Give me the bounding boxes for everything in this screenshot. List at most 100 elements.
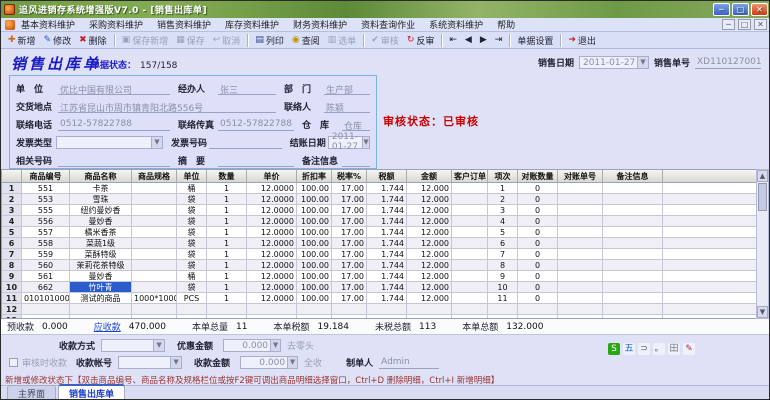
table-cell[interactable]: 1 (207, 260, 247, 271)
table-header-商品编号[interactable]: 商品编号 (22, 170, 70, 183)
table-cell[interactable]: 560 (22, 260, 70, 271)
table-cell[interactable]: 2 (488, 194, 518, 205)
table-cell[interactable]: 0 (518, 293, 558, 304)
table-header-数量[interactable]: 数量 (207, 170, 247, 183)
table-cell[interactable]: 6 (488, 238, 518, 249)
table-header-商品规格[interactable]: 商品规格 (132, 170, 177, 183)
table-cell[interactable]: 12.000 (407, 205, 452, 216)
table-cell[interactable]: 17.00 (332, 216, 367, 227)
maker-field[interactable]: Admin (379, 356, 440, 369)
table-header-备注信息[interactable]: 备注信息 (603, 170, 663, 183)
table-cell[interactable]: 3 (488, 205, 518, 216)
table-cell[interactable] (132, 194, 177, 205)
mdi-close-icon[interactable]: ✕ (754, 19, 767, 30)
scroll-down-icon[interactable]: ▼ (757, 306, 768, 318)
toolbar-nav-prev-button[interactable]: ◀ (461, 35, 476, 46)
table-cell[interactable] (132, 260, 177, 271)
table-cell[interactable]: 0 (518, 227, 558, 238)
table-cell[interactable]: 12.000 (407, 216, 452, 227)
table-cell[interactable]: 10 (2, 282, 22, 293)
toolbar-doc-settings-button[interactable]: 单据设置 (513, 33, 557, 48)
table-cell[interactable]: 12.000 (407, 260, 452, 271)
softkeyboard-icon[interactable]: 田 (668, 343, 680, 355)
table-cell[interactable]: 1 (207, 293, 247, 304)
table-cell[interactable]: 1.744 (367, 271, 407, 282)
toolbar-delete-button[interactable]: ✖ 删除 (75, 33, 111, 48)
table-cell[interactable]: 561 (22, 271, 70, 282)
table-cell[interactable]: 袋 (177, 216, 207, 227)
table-cell[interactable]: 100.00 (297, 183, 332, 194)
table-cell[interactable]: 10 (488, 282, 518, 293)
table-cell[interactable]: 558 (22, 238, 70, 249)
table-cell[interactable]: 12.000 (407, 293, 452, 304)
table-cell[interactable] (247, 304, 297, 315)
scroll-up-icon[interactable]: ▲ (757, 170, 768, 182)
toolbar-query-button[interactable]: ◉ 查阅 (288, 33, 324, 48)
table-header-商品名称[interactable]: 商品名称 (70, 170, 132, 183)
table-cell[interactable]: 0 (518, 249, 558, 260)
table-cell[interactable] (452, 260, 488, 271)
table-cell[interactable]: 袋 (177, 205, 207, 216)
table-cell[interactable]: 1 (207, 271, 247, 282)
table-cell[interactable] (558, 227, 603, 238)
pay-method-select[interactable]: ▼ (101, 339, 166, 352)
table-cell[interactable]: 12.000 (407, 183, 452, 194)
table-cell[interactable] (332, 304, 367, 315)
menu-item-2[interactable]: 采购资料维护 (89, 18, 143, 31)
table-cell[interactable]: 竹叶青 (70, 282, 132, 293)
table-cell[interactable] (132, 227, 177, 238)
table-cell[interactable] (603, 249, 663, 260)
table-cell[interactable] (367, 304, 407, 315)
table-cell[interactable]: 12.0000 (247, 194, 297, 205)
table-cell[interactable]: 555 (22, 205, 70, 216)
input-mode-icon[interactable]: 五 (623, 343, 635, 355)
table-cell[interactable] (70, 304, 132, 315)
table-cell[interactable]: 袋 (177, 227, 207, 238)
table-cell[interactable] (663, 282, 757, 293)
table-cell[interactable] (558, 260, 603, 271)
table-cell[interactable] (663, 271, 757, 282)
table-cell[interactable] (132, 304, 177, 315)
table-cell[interactable] (663, 249, 757, 260)
table-cell[interactable]: 1 (207, 227, 247, 238)
table-cell[interactable] (452, 293, 488, 304)
table-cell[interactable]: 0 (518, 238, 558, 249)
table-cell[interactable]: 100.00 (297, 271, 332, 282)
table-cell[interactable] (488, 304, 518, 315)
table-cell[interactable]: 1.744 (367, 260, 407, 271)
table-cell[interactable]: 1.744 (367, 216, 407, 227)
menu-item-3[interactable]: 销售资料维护 (157, 18, 211, 31)
table-cell[interactable]: 17.00 (332, 194, 367, 205)
table-cell[interactable]: 17.00 (332, 238, 367, 249)
sale-no-field[interactable]: XD110127001 (695, 56, 762, 69)
invoice-no-field[interactable] (209, 136, 282, 149)
table-cell[interactable]: 12.0000 (247, 183, 297, 194)
table-cell[interactable]: 1.744 (367, 227, 407, 238)
table-cell[interactable] (452, 227, 488, 238)
toolbar-print-button[interactable]: ▤ 列印 (251, 33, 288, 48)
table-cell[interactable]: 1 (207, 194, 247, 205)
dept-field[interactable]: 生产部 (324, 82, 370, 96)
table-cell[interactable] (663, 205, 757, 216)
table-cell[interactable]: 100.00 (297, 227, 332, 238)
table-cell[interactable]: 0 (518, 205, 558, 216)
amount-field[interactable]: 0.000 ▼ (240, 356, 299, 369)
toolbar-nav-last-button[interactable]: ⇥ (491, 35, 507, 46)
tool-icon[interactable]: ✎ (683, 343, 695, 355)
table-cell[interactable]: 662 (22, 282, 70, 293)
table-cell[interactable] (558, 205, 603, 216)
table-cell[interactable]: 17.00 (332, 282, 367, 293)
table-cell[interactable]: 17.00 (332, 205, 367, 216)
chevron-down-icon[interactable]: ▼ (153, 340, 165, 351)
table-cell[interactable] (663, 183, 757, 194)
table-cell[interactable]: 12.0000 (247, 227, 297, 238)
table-cell[interactable]: 7 (488, 249, 518, 260)
table-cell[interactable]: 橘米香茶 (70, 227, 132, 238)
table-header-项次[interactable]: 项次 (488, 170, 518, 183)
minimize-button[interactable]: ─ (713, 3, 730, 16)
account-select[interactable]: ▼ (118, 356, 183, 369)
table-cell[interactable] (663, 227, 757, 238)
remark-field[interactable] (342, 154, 370, 167)
table-header-税额[interactable]: 税额 (367, 170, 407, 183)
table-cell[interactable]: 曼妙香 (70, 271, 132, 282)
